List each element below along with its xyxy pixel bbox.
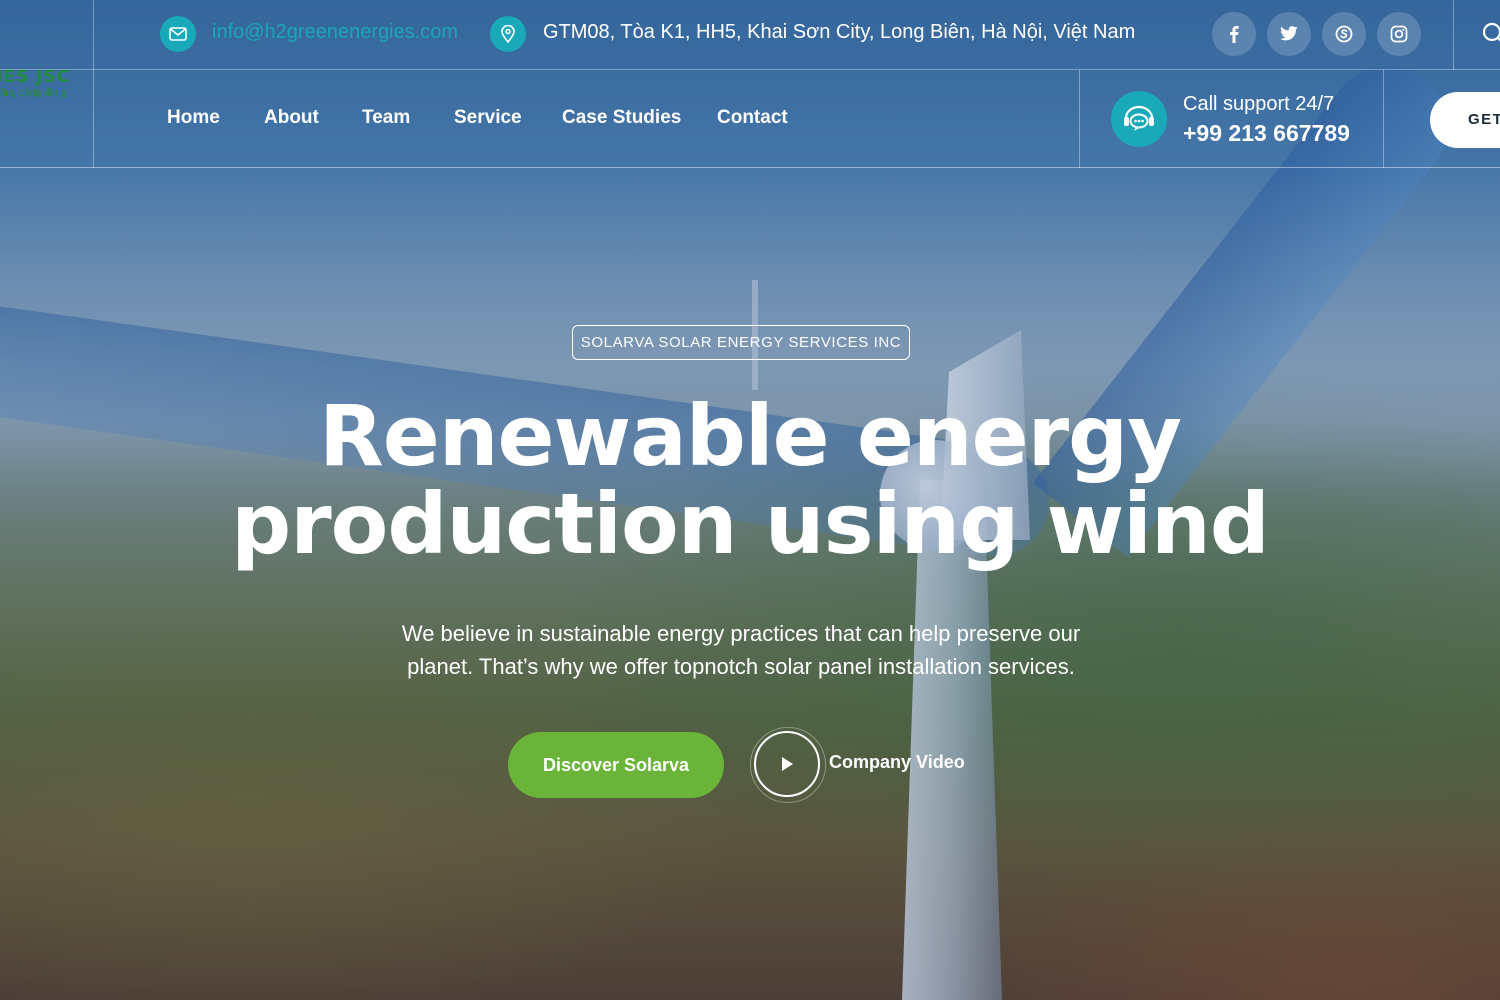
play-icon [782,757,793,771]
email-link[interactable]: info@h2greenenergies.com [212,21,458,44]
discover-button[interactable]: Discover Solarva [508,732,724,798]
hero-subtext: We believe in sustainable energy practic… [0,617,1482,683]
headset-chat-icon [1111,91,1167,147]
main-navigation: Home About Team Service Case Studies Con… [0,70,1500,168]
mail-icon [160,16,196,52]
nav-item-home[interactable]: Home [167,107,220,129]
subtext-line-1: We believe in sustainable energy practic… [401,621,1081,646]
call-support[interactable]: Call support 24/7 +99 213 667789 [1079,70,1384,168]
support-phone[interactable]: +99 213 667789 [1183,120,1350,147]
instagram-icon[interactable] [1377,12,1421,56]
get-quote-button[interactable]: GET [1430,92,1500,148]
subtext-line-2: planet. That’s why we offer topnotch sol… [407,654,1075,679]
headline-line-1: Renewable energy [319,387,1182,485]
hero-badge: SOLARVA SOLAR ENERGY SERVICES INC [572,325,910,360]
address-text: GTM08, Tòa K1, HH5, Khai Sơn City, Long … [543,21,1136,43]
skype-icon[interactable] [1322,12,1366,56]
support-label: Call support 24/7 [1183,93,1335,115]
nav-item-team[interactable]: Team [362,107,410,129]
topbar-divider [1453,0,1454,70]
headline-line-2: production using wind [231,475,1270,573]
nav-item-contact[interactable]: Contact [717,107,788,129]
search-icon[interactable] [1478,20,1500,50]
play-video-button[interactable] [750,727,826,803]
twitter-icon[interactable] [1267,12,1311,56]
top-contact-bar: info@h2greenenergies.com GTM08, Tòa K1, … [0,0,1500,70]
facebook-icon[interactable] [1212,12,1256,56]
nav-item-service[interactable]: Service [454,107,522,129]
nav-item-case-studies[interactable]: Case Studies [562,107,681,129]
map-pin-icon [490,16,526,52]
company-video-link[interactable]: Company Video [829,752,965,773]
nav-item-about[interactable]: About [264,107,319,129]
hero-headline: Renewable energy production using wind [0,392,1500,568]
